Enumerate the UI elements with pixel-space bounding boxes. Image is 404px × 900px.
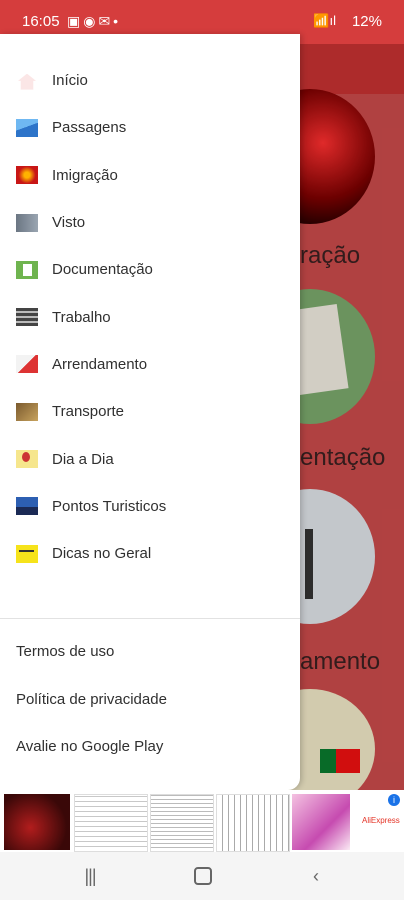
menu-item-transporte[interactable]: Transporte	[0, 388, 300, 435]
ad-product-image[interactable]	[150, 794, 214, 852]
menu-item-label: Dia a Dia	[52, 450, 114, 468]
ad-product-image[interactable]	[292, 794, 350, 850]
menu-item-label: Transporte	[52, 403, 124, 421]
menu-item-label: Pontos Turisticos	[52, 497, 167, 515]
system-nav-bar: ||| ‹	[0, 852, 404, 900]
visa-icon	[16, 213, 38, 232]
menu-item-label: Trabalho	[52, 308, 111, 326]
ad-product-image[interactable]	[216, 794, 290, 852]
rent-icon	[16, 355, 38, 374]
home-icon	[16, 72, 38, 90]
transport-icon	[16, 402, 38, 421]
recent-apps-button[interactable]: |||	[70, 864, 110, 888]
daily-icon	[16, 450, 38, 469]
status-time: 16:05	[22, 13, 60, 30]
menu-item-inicio[interactable]: Início	[0, 57, 300, 104]
drawer-divider	[0, 618, 300, 619]
ad-brand-logo[interactable]: AliExpress	[362, 816, 400, 825]
wifi-signal-icon: 📶ıl	[313, 13, 336, 28]
link-avalie-google-play[interactable]: Avalie no Google Play	[0, 723, 300, 771]
menu-item-label: Dicas no Geral	[52, 545, 152, 563]
back-button[interactable]: ‹	[296, 864, 336, 888]
menu-item-dicas-no-geral[interactable]: Dicas no Geral	[0, 530, 300, 577]
menu-item-label: Imigração	[52, 166, 118, 184]
plane-icon	[16, 118, 38, 137]
menu-item-label: Visto	[52, 214, 86, 232]
notification-icons: ▣◉✉•	[67, 13, 122, 29]
ad-banner[interactable]: AliExpress i	[0, 790, 404, 852]
work-icon	[16, 308, 38, 327]
menu-item-passagens[interactable]: Passagens	[0, 104, 300, 151]
home-circle-icon	[194, 867, 212, 885]
immigration-icon	[16, 166, 38, 185]
home-button[interactable]	[183, 864, 223, 888]
battery-level: 12%	[351, 13, 382, 30]
drawer-menu: Início Passagens Imigração Visto Documen…	[0, 57, 300, 577]
ad-product-image[interactable]	[74, 794, 148, 852]
menu-item-label: Arrendamento	[52, 355, 148, 373]
navigation-drawer: Início Passagens Imigração Visto Documen…	[0, 34, 300, 790]
document-icon	[16, 260, 38, 279]
menu-item-arrendamento[interactable]: Arrendamento	[0, 341, 300, 388]
menu-item-trabalho[interactable]: Trabalho	[0, 293, 300, 340]
menu-item-pontos-turisticos[interactable]: Pontos Turisticos	[0, 483, 300, 530]
link-politica-de-privacidade[interactable]: Política de privacidade	[0, 676, 300, 724]
menu-item-label: Passagens	[52, 119, 127, 137]
menu-item-label: Início	[52, 72, 88, 90]
ad-product-image[interactable]	[4, 794, 70, 850]
menu-item-visto[interactable]: Visto	[0, 199, 300, 246]
menu-item-label: Documentação	[52, 261, 153, 279]
drawer-links: Termos de uso Política de privacidade Av…	[0, 628, 300, 771]
tourism-icon	[16, 497, 38, 516]
menu-item-documentacao[interactable]: Documentação	[0, 246, 300, 293]
link-termos-de-uso[interactable]: Termos de uso	[0, 628, 300, 676]
tips-icon	[16, 544, 38, 563]
menu-item-dia-a-dia[interactable]: Dia a Dia	[0, 435, 300, 482]
menu-item-imigracao[interactable]: Imigração	[0, 152, 300, 199]
ad-info-icon[interactable]: i	[388, 794, 400, 806]
